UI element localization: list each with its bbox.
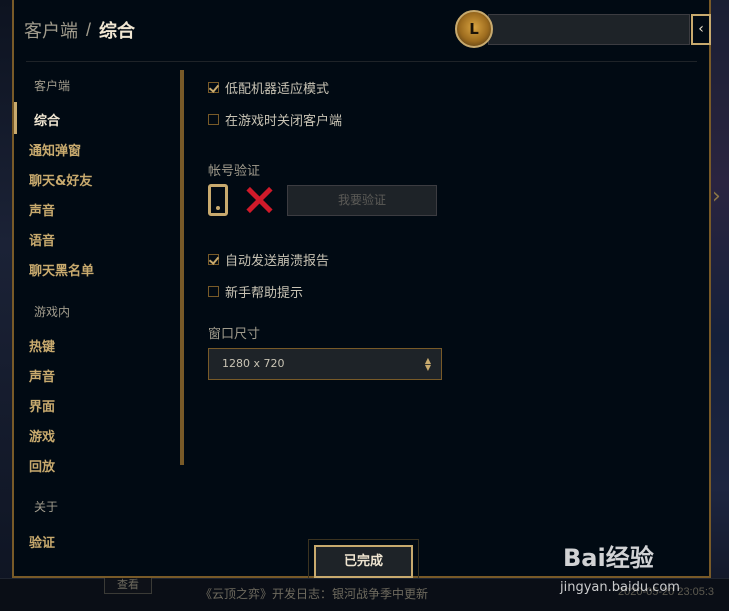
window-size-select[interactable]: 1280 x 720 ▲ ▼ <box>208 348 442 380</box>
verify-button[interactable]: 我要验证 <box>287 185 437 216</box>
low-spec-mode-option[interactable]: 低配机器适应模式 <box>208 78 329 97</box>
window-size-value: 1280 x 720 <box>222 357 285 370</box>
account-verify-label: 帐号验证 <box>208 164 261 179</box>
active-indicator <box>14 102 17 134</box>
sidebar-heading-about: 关于 <box>34 500 59 514</box>
newbie-tips-option[interactable]: 新手帮助提示 <box>208 282 303 301</box>
auto-crash-report-checkbox[interactable] <box>208 254 219 265</box>
profile-avatar[interactable]: L <box>455 10 493 48</box>
auto-crash-report-label: 自动发送崩溃报告 <box>225 254 330 269</box>
background-news-text: 《云顶之弈》开发日志：银河战争季中更新 <box>200 587 429 601</box>
chevron-right-icon: › <box>712 184 721 209</box>
chevron-left-icon[interactable]: ‹ <box>691 14 711 45</box>
sidebar-item-hotkeys[interactable]: 热键 <box>29 336 55 355</box>
sidebar-item-notifications[interactable]: 通知弹窗 <box>29 140 81 159</box>
sidebar-item-interface[interactable]: 界面 <box>29 396 55 415</box>
sidebar-item-voice[interactable]: 语音 <box>29 230 55 249</box>
sidebar-item-general[interactable]: 综合 <box>34 110 60 129</box>
close-client-checkbox[interactable] <box>208 114 219 125</box>
sidebar-item-sound[interactable]: 声音 <box>29 200 55 219</box>
settings-sidebar: 客户端 综合 通知弹窗 聊天&好友 声音 语音 聊天黑名单 游戏内 热键 声音 … <box>14 62 184 562</box>
sidebar-scrollbar[interactable] <box>180 70 184 465</box>
breadcrumb-separator: / <box>86 19 92 40</box>
x-mark-icon <box>243 184 275 216</box>
sidebar-heading-client: 客户端 <box>34 79 71 93</box>
newbie-tips-label: 新手帮助提示 <box>225 286 304 301</box>
auto-crash-report-option[interactable]: 自动发送崩溃报告 <box>208 250 329 269</box>
breadcrumb-section: 客户端 <box>24 21 78 41</box>
baidu-watermark: Bai经验 jingyan.baidu.com <box>560 538 680 595</box>
breadcrumb: 客户端 / 综合 <box>24 17 135 43</box>
sidebar-item-game[interactable]: 游戏 <box>29 426 55 445</box>
page-title: 综合 <box>99 21 136 41</box>
updown-arrows-icon: ▲ ▼ <box>424 356 432 372</box>
background-view-button[interactable]: 查看 <box>104 576 152 594</box>
window-size-label: 窗口尺寸 <box>208 327 261 342</box>
sidebar-item-replay[interactable]: 回放 <box>29 456 55 475</box>
sidebar-heading-ingame: 游戏内 <box>34 305 71 319</box>
profile-bar[interactable] <box>488 14 690 45</box>
done-button[interactable]: 已完成 <box>314 545 413 578</box>
sidebar-item-ingame-sound[interactable]: 声音 <box>29 366 55 385</box>
sidebar-item-verification[interactable]: 验证 <box>29 532 55 551</box>
close-client-label: 在游戏时关闭客户端 <box>225 114 343 129</box>
sidebar-item-chat-friends[interactable]: 聊天&好友 <box>29 170 92 189</box>
watermark-url: jingyan.baidu.com <box>560 580 680 595</box>
low-spec-mode-label: 低配机器适应模式 <box>225 82 330 97</box>
newbie-tips-checkbox[interactable] <box>208 286 219 297</box>
close-client-option[interactable]: 在游戏时关闭客户端 <box>208 110 342 129</box>
settings-modal: 客户端 / 综合 L ‹ 客户端 综合 通知弹窗 聊天&好友 声音 语音 聊天黑… <box>12 0 711 578</box>
phone-icon <box>208 184 228 216</box>
watermark-logo: Bai经验 <box>563 544 654 572</box>
low-spec-mode-checkbox[interactable] <box>208 82 219 93</box>
background-client-right <box>710 0 729 611</box>
sidebar-item-chat-blocklist[interactable]: 聊天黑名单 <box>29 260 94 279</box>
